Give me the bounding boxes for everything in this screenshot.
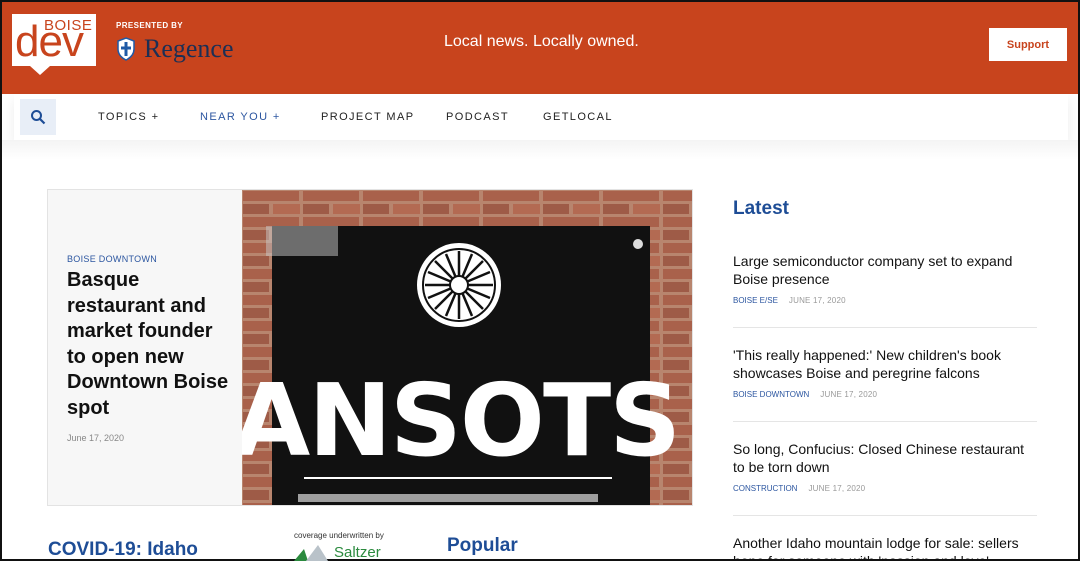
story-title[interactable]: Another Idaho mountain lodge for sale: s… [733, 534, 1037, 561]
sign-text: ANSOTS [242, 362, 679, 479]
divider [733, 421, 1037, 422]
story-date: JUNE 17, 2020 [808, 484, 866, 493]
site-tagline: Local news. Locally owned. [444, 33, 639, 50]
presented-by-label: PRESENTED BY [116, 21, 184, 30]
logo-speech-tail [30, 66, 50, 75]
sponsor-name: Regence [144, 34, 234, 63]
main-nav: TOPICS + NEAR YOU + PROJECT MAP PODCAST … [14, 94, 1068, 140]
story-title[interactable]: 'This really happened:' New children's b… [733, 346, 1037, 382]
latest-story[interactable]: Another Idaho mountain lodge for sale: s… [733, 534, 1037, 561]
nav-podcast[interactable]: PODCAST [446, 111, 509, 123]
story-date: JUNE 17, 2020 [820, 390, 878, 399]
latest-story[interactable]: So long, Confucius: Closed Chinese resta… [733, 440, 1037, 493]
search-button[interactable] [20, 99, 56, 135]
underwriter-name: Saltzer [334, 543, 381, 561]
nav-project-map[interactable]: PROJECT MAP [321, 111, 414, 123]
popular-heading: Popular [447, 535, 518, 556]
story-title[interactable]: Large semiconductor company set to expan… [733, 252, 1037, 288]
divider [733, 327, 1037, 328]
search-icon [31, 110, 46, 125]
site-header: BOISE dev PRESENTED BY Regence Local new… [2, 2, 1078, 94]
story-date: JUNE 17, 2020 [788, 296, 846, 305]
story-category[interactable]: BOISE E/SE [733, 296, 778, 305]
nav-shadow [2, 140, 1078, 160]
latest-story[interactable]: Large semiconductor company set to expan… [733, 252, 1037, 305]
underwritten-label: coverage underwritten by [294, 531, 384, 540]
nav-near-you[interactable]: NEAR YOU + [200, 111, 281, 123]
story-category[interactable]: CONSTRUCTION [733, 484, 797, 493]
featured-headline[interactable]: Basque restaurant and market founder to … [67, 268, 237, 421]
story-category[interactable]: BOISE DOWNTOWN [733, 390, 809, 399]
support-button[interactable]: Support [989, 28, 1067, 61]
underwriter-logo[interactable]: Saltzer [294, 543, 381, 561]
story-title[interactable]: So long, Confucius: Closed Chinese resta… [733, 440, 1037, 476]
nav-topics[interactable]: TOPICS + [98, 111, 159, 123]
divider [733, 515, 1037, 516]
featured-story[interactable]: BOISE DOWNTOWN Basque restaurant and mar… [47, 189, 693, 506]
latest-story[interactable]: 'This really happened:' New children's b… [733, 346, 1037, 399]
featured-image[interactable]: ANSOTS [242, 190, 692, 505]
latest-heading: Latest [733, 198, 789, 219]
boisedev-logo[interactable]: BOISE dev [12, 14, 96, 75]
sponsor-logo[interactable]: Regence [116, 34, 234, 64]
saltzer-mark-icon [294, 545, 328, 561]
covid-section-heading[interactable]: COVID-19: Idaho [48, 539, 198, 561]
nav-getlocal[interactable]: GETLOCAL [543, 111, 613, 123]
featured-date: June 17, 2020 [67, 433, 125, 443]
restaurant-sign-photo: ANSOTS [242, 190, 692, 505]
shield-icon [117, 37, 135, 61]
featured-category[interactable]: BOISE DOWNTOWN [67, 254, 157, 264]
featured-story-text: BOISE DOWNTOWN Basque restaurant and mar… [48, 190, 242, 505]
logo-dev-text: dev [15, 17, 84, 66]
